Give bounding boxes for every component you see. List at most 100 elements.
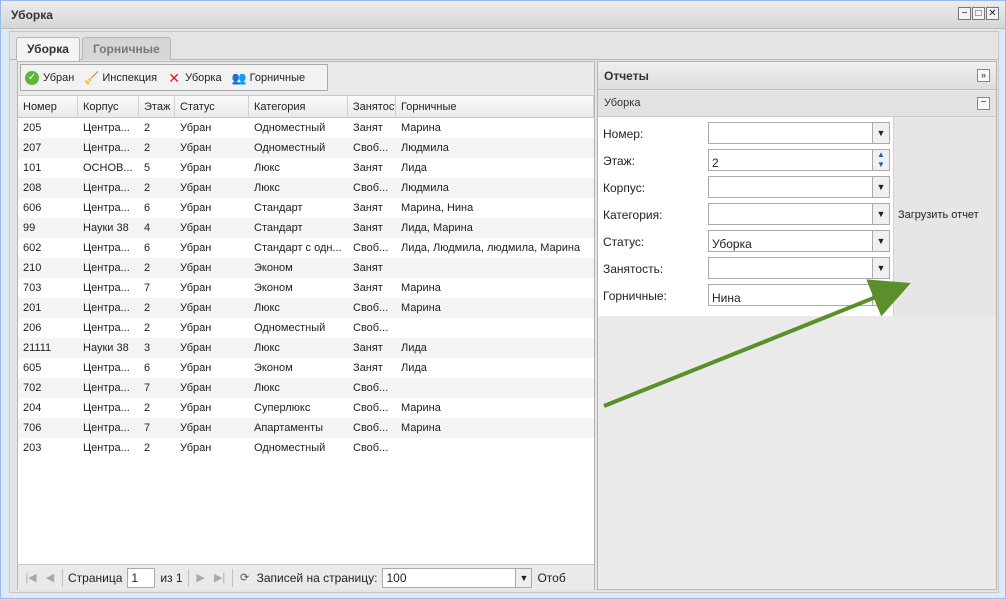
cell-number: 606 (23, 202, 42, 214)
tab-bar: Уборка Горничные (10, 32, 998, 61)
window-body: Уборка Горничные ✓ Убран 🧹 Инспекция ✕ У… (9, 31, 999, 593)
cell-maids: Лида (401, 162, 427, 174)
cell-occupancy: Своб... (353, 422, 389, 434)
table-row[interactable]: 208 Центра... 2 Убран Люкс Своб... Людмила (18, 178, 594, 198)
table-row[interactable]: 706 Центра... 7 Убран Апартаменты Своб... Мари… (18, 418, 594, 438)
tab-maids[interactable]: Горничные (82, 37, 171, 60)
column-header-floor[interactable]: Этаж (139, 96, 175, 118)
table-row[interactable]: 702 Центра... 7 Убран Люкс Своб... (18, 378, 594, 398)
table-row[interactable]: 204 Центра... 2 Убран Суперлюкс Своб... Марина (18, 398, 594, 418)
chevron-up-icon[interactable]: ▲ (873, 150, 889, 160)
maids-button[interactable]: 👥 Горничные (232, 71, 306, 85)
maids-field[interactable]: Нина ▼ (708, 284, 890, 306)
occupancy-field[interactable]: ▼ (708, 257, 890, 279)
column-header-category[interactable]: Категория (249, 96, 348, 118)
cell-building: Центра... (83, 242, 130, 254)
cell-status: Убран (180, 442, 212, 454)
cell-floor: 6 (144, 202, 151, 214)
rooms-grid-panel: ✓ Убран 🧹 Инспекция ✕ Уборка 👥 Горничные (17, 61, 595, 590)
chevron-down-icon[interactable]: ▼ (872, 177, 889, 197)
cell-number: 99 (23, 222, 36, 234)
floor-field[interactable]: 2 ▲ ▼ (708, 149, 890, 171)
cell-floor: 6 (144, 362, 151, 374)
cell-occupancy: Занят (353, 262, 383, 274)
cell-category: Суперлюкс (254, 402, 311, 414)
column-header-status[interactable]: Статус (175, 96, 249, 118)
table-row[interactable]: 605 Центра... 6 Убран Эконом Занят Лида (18, 358, 594, 378)
first-page-icon[interactable]: |◀ (24, 571, 38, 584)
cell-building: Центра... (83, 182, 130, 194)
table-row[interactable]: 606 Центра... 6 Убран Стандарт Занят Марина, Н… (18, 198, 594, 218)
last-page-icon[interactable]: ▶| (213, 571, 227, 584)
cell-category: Одноместный (254, 142, 326, 154)
close-icon[interactable]: ✕ (986, 7, 999, 20)
cell-category: Люкс (254, 302, 280, 314)
window-header: Уборка − □ ✕ (1, 1, 1005, 29)
table-row[interactable]: 207 Центра... 2 Убран Одноместный Своб... Людм… (18, 138, 594, 158)
cell-maids (396, 318, 594, 338)
window-tools: − □ ✕ (958, 7, 999, 20)
minimize-icon[interactable]: − (958, 7, 971, 20)
maximize-icon[interactable]: □ (972, 7, 985, 20)
table-row[interactable]: 703 Центра... 7 Убран Эконом Занят Марина (18, 278, 594, 298)
chevron-down-icon[interactable]: ▼ (873, 160, 889, 170)
building-field[interactable]: ▼ (708, 176, 890, 198)
cell-floor: 7 (144, 382, 151, 394)
page-input[interactable]: 1 (127, 567, 156, 588)
tab-cleaning[interactable]: Уборка (16, 37, 80, 61)
cell-occupancy: Своб... (353, 142, 389, 154)
chevron-down-icon[interactable]: ▼ (872, 258, 889, 278)
status-label: Статус: (603, 235, 645, 249)
status-value: Уборка (712, 237, 752, 251)
column-header-maids[interactable]: Горничные (396, 96, 594, 118)
cell-category: Одноместный (254, 122, 326, 134)
spinner-icon[interactable]: ▲ ▼ (872, 150, 889, 170)
table-row[interactable]: 99 Науки 38 4 Убран Стандарт Занят Лида, Марин… (18, 218, 594, 238)
cell-floor: 4 (144, 222, 151, 234)
table-row[interactable]: 101 ОСНОВ... 5 Убран Люкс Занят Лида (18, 158, 594, 178)
chevron-down-icon[interactable]: ▼ (515, 568, 532, 587)
table-row[interactable]: 205 Центра... 2 Убран Одноместный Занят Марина (18, 118, 594, 138)
column-header-occupancy[interactable]: Занятость (348, 96, 396, 118)
maids-button-label: Горничные (249, 71, 306, 84)
chevron-down-icon[interactable]: ▼ (872, 231, 889, 251)
collapse-icon[interactable]: − (977, 97, 990, 110)
chevron-down-icon[interactable]: ▼ (872, 123, 889, 143)
category-label: Категория: (603, 208, 663, 222)
table-row[interactable]: 602 Центра... 6 Убран Стандарт с одн... Своб.… (18, 238, 594, 258)
cell-building: Науки 38 (83, 342, 129, 354)
refresh-icon[interactable]: ⟳ (238, 571, 252, 584)
cell-floor: 2 (144, 442, 151, 454)
collapse-right-icon[interactable]: » (977, 69, 990, 82)
cell-floor: 7 (144, 282, 151, 294)
cell-building: ОСНОВ... (83, 162, 133, 174)
table-row[interactable]: 203 Центра... 2 Убран Одноместный Своб... (18, 438, 594, 458)
table-row[interactable]: 210 Центра... 2 Убран Эконом Занят (18, 258, 594, 278)
prev-page-icon[interactable]: ◀ (43, 571, 57, 584)
per-page-combo[interactable]: 100 ▼ (382, 567, 533, 588)
load-report-button[interactable]: Загрузить отчет (898, 209, 979, 221)
cell-status: Убран (180, 182, 212, 194)
chevron-down-icon[interactable]: ▼ (872, 204, 889, 224)
cell-number: 706 (23, 422, 42, 434)
cleaning-button[interactable]: ✕ Уборка (167, 71, 221, 85)
chevron-down-icon[interactable]: ▼ (872, 285, 889, 305)
cell-floor: 2 (144, 142, 151, 154)
next-page-icon[interactable]: ▶ (194, 571, 208, 584)
number-field[interactable]: ▼ (708, 122, 890, 144)
cell-number: 207 (23, 142, 42, 154)
table-row[interactable]: 21111 Науки 38 3 Убран Люкс Занят Лида (18, 338, 594, 358)
table-row[interactable]: 201 Центра... 2 Убран Люкс Своб... Марина (18, 298, 594, 318)
cell-status: Убран (180, 282, 212, 294)
table-row[interactable]: 206 Центра... 2 Убран Одноместный Своб... (18, 318, 594, 338)
cleaned-button[interactable]: ✓ Убран (25, 70, 74, 85)
status-field[interactable]: Уборка ▼ (708, 230, 890, 252)
cell-category: Стандарт (254, 222, 303, 234)
number-label: Номер: (603, 127, 644, 141)
category-field[interactable]: ▼ (708, 203, 890, 225)
maids-value: Нина (712, 291, 741, 305)
column-header-building[interactable]: Корпус (78, 96, 139, 118)
inspection-button[interactable]: 🧹 Инспекция (84, 71, 157, 85)
inspection-button-label: Инспекция (102, 71, 158, 84)
column-header-number[interactable]: Номер (18, 96, 78, 118)
